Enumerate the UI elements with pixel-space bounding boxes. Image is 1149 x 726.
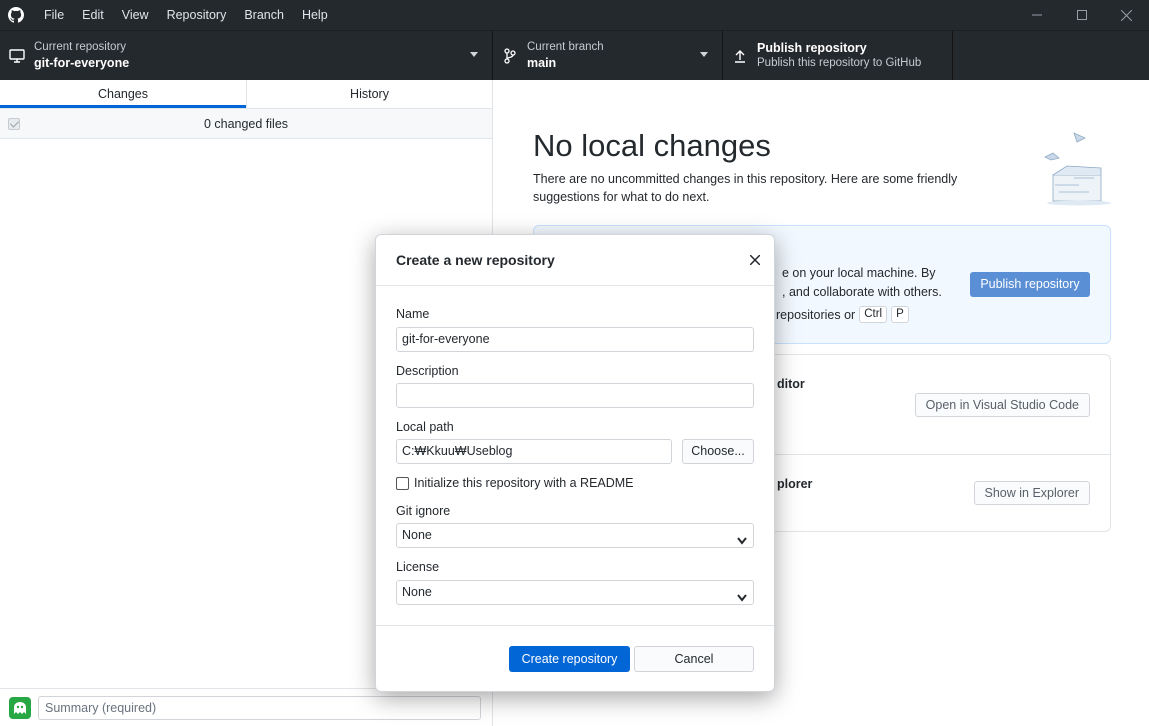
- git-ignore-value: None: [402, 528, 432, 542]
- show-in-explorer-button[interactable]: Show in Explorer: [973, 481, 1090, 505]
- dialog-header: Create a new repository: [376, 235, 774, 286]
- publish-repository-title: Publish repository: [757, 41, 867, 55]
- card-text-repositories: repositories or: [776, 307, 856, 322]
- page-title: No local changes: [533, 128, 771, 163]
- card-text-line: , and collaborate with others.: [782, 285, 942, 299]
- open-in-vscode-button[interactable]: Open in Visual Studio Code: [914, 393, 1090, 417]
- empty-state-illustration-icon: [1039, 130, 1114, 213]
- publish-repository-button[interactable]: Publish repository Publish this reposito…: [723, 31, 953, 80]
- choose-button[interactable]: Choose...: [682, 439, 754, 464]
- toolbar: Current repository git-for-everyone Curr…: [0, 30, 1149, 80]
- menu-repository[interactable]: Repository: [158, 0, 236, 30]
- kbd-p: P: [891, 306, 909, 323]
- readme-checkbox[interactable]: [396, 476, 409, 490]
- readme-checkbox-row[interactable]: Initialize this repository with a README: [396, 476, 634, 490]
- menu-edit[interactable]: Edit: [73, 0, 113, 30]
- git-ignore-select[interactable]: None: [396, 523, 754, 548]
- summary-input[interactable]: Summary (required): [38, 695, 481, 720]
- github-logo-icon: [1, 0, 31, 30]
- create-repository-dialog: Create a new repository Name git-for-eve…: [375, 234, 775, 692]
- upload-icon: [723, 49, 757, 63]
- name-field[interactable]: git-for-everyone: [396, 327, 754, 352]
- dialog-title: Create a new repository: [396, 252, 555, 268]
- window-controls: [1014, 0, 1149, 30]
- current-repository-label: Current repository: [34, 41, 127, 53]
- current-branch-label: Current branch: [527, 41, 604, 53]
- changes-header: 0 changed files: [0, 109, 492, 139]
- create-repository-button[interactable]: Create repository: [509, 646, 630, 672]
- current-branch-name: main: [527, 56, 557, 70]
- publish-repository-subtitle: Publish this repository to GitHub: [757, 57, 922, 69]
- row-title: ditor: [777, 377, 805, 391]
- tab-history[interactable]: History: [246, 80, 492, 108]
- close-window-icon[interactable]: [1104, 0, 1149, 30]
- page-description: There are no uncommitted changes in this…: [533, 172, 958, 204]
- name-label: Name: [396, 307, 430, 321]
- local-path-label: Local path: [396, 420, 454, 434]
- git-ignore-label: Git ignore: [396, 504, 451, 518]
- readme-checkbox-label: Initialize this repository with a README: [414, 476, 634, 490]
- current-repository-button[interactable]: Current repository git-for-everyone: [0, 31, 493, 80]
- license-select[interactable]: None: [396, 580, 754, 605]
- menu-help[interactable]: Help: [293, 0, 337, 30]
- current-branch-button[interactable]: Current branch main: [493, 31, 723, 80]
- chevron-down-icon: [700, 52, 708, 57]
- maximize-icon[interactable]: [1059, 0, 1104, 30]
- publish-repository-card-button[interactable]: Publish repository: [970, 272, 1090, 297]
- menu-view[interactable]: View: [113, 0, 158, 30]
- tab-changes[interactable]: Changes: [0, 80, 246, 108]
- row-title: plorer: [777, 477, 813, 491]
- description-label: Description: [396, 364, 459, 378]
- current-repository-name: git-for-everyone: [34, 56, 130, 70]
- chevron-down-icon: [470, 52, 478, 57]
- commit-area: Summary (required): [0, 688, 492, 726]
- minimize-icon[interactable]: [1014, 0, 1059, 30]
- local-path-field[interactable]: C:₩Kkuu₩Useblog: [396, 439, 672, 464]
- branch-icon: [493, 47, 527, 64]
- title-bar: File Edit View Repository Branch Help: [0, 0, 1149, 30]
- description-field[interactable]: [396, 383, 754, 408]
- card-text-line: e on your local machine. By: [782, 266, 936, 280]
- chevron-down-icon: [737, 530, 747, 553]
- changed-files-count: 0 changed files: [203, 116, 289, 131]
- menu-file[interactable]: File: [35, 0, 73, 30]
- avatar: [9, 696, 31, 719]
- cancel-button[interactable]: Cancel: [634, 646, 754, 672]
- dialog-footer: Create repository Cancel: [376, 625, 774, 691]
- license-value: None: [402, 585, 432, 599]
- sidebar-tabs: Changes History: [0, 80, 492, 109]
- license-label: License: [396, 560, 440, 574]
- card-text-line: repositories or Ctrl P: [776, 306, 909, 323]
- chevron-down-icon: [737, 587, 747, 610]
- desktop-icon: [0, 48, 34, 63]
- close-icon[interactable]: [746, 251, 764, 269]
- menu-bar: File Edit View Repository Branch Help: [35, 0, 337, 30]
- kbd-ctrl: Ctrl: [859, 306, 888, 323]
- menu-branch[interactable]: Branch: [235, 0, 293, 30]
